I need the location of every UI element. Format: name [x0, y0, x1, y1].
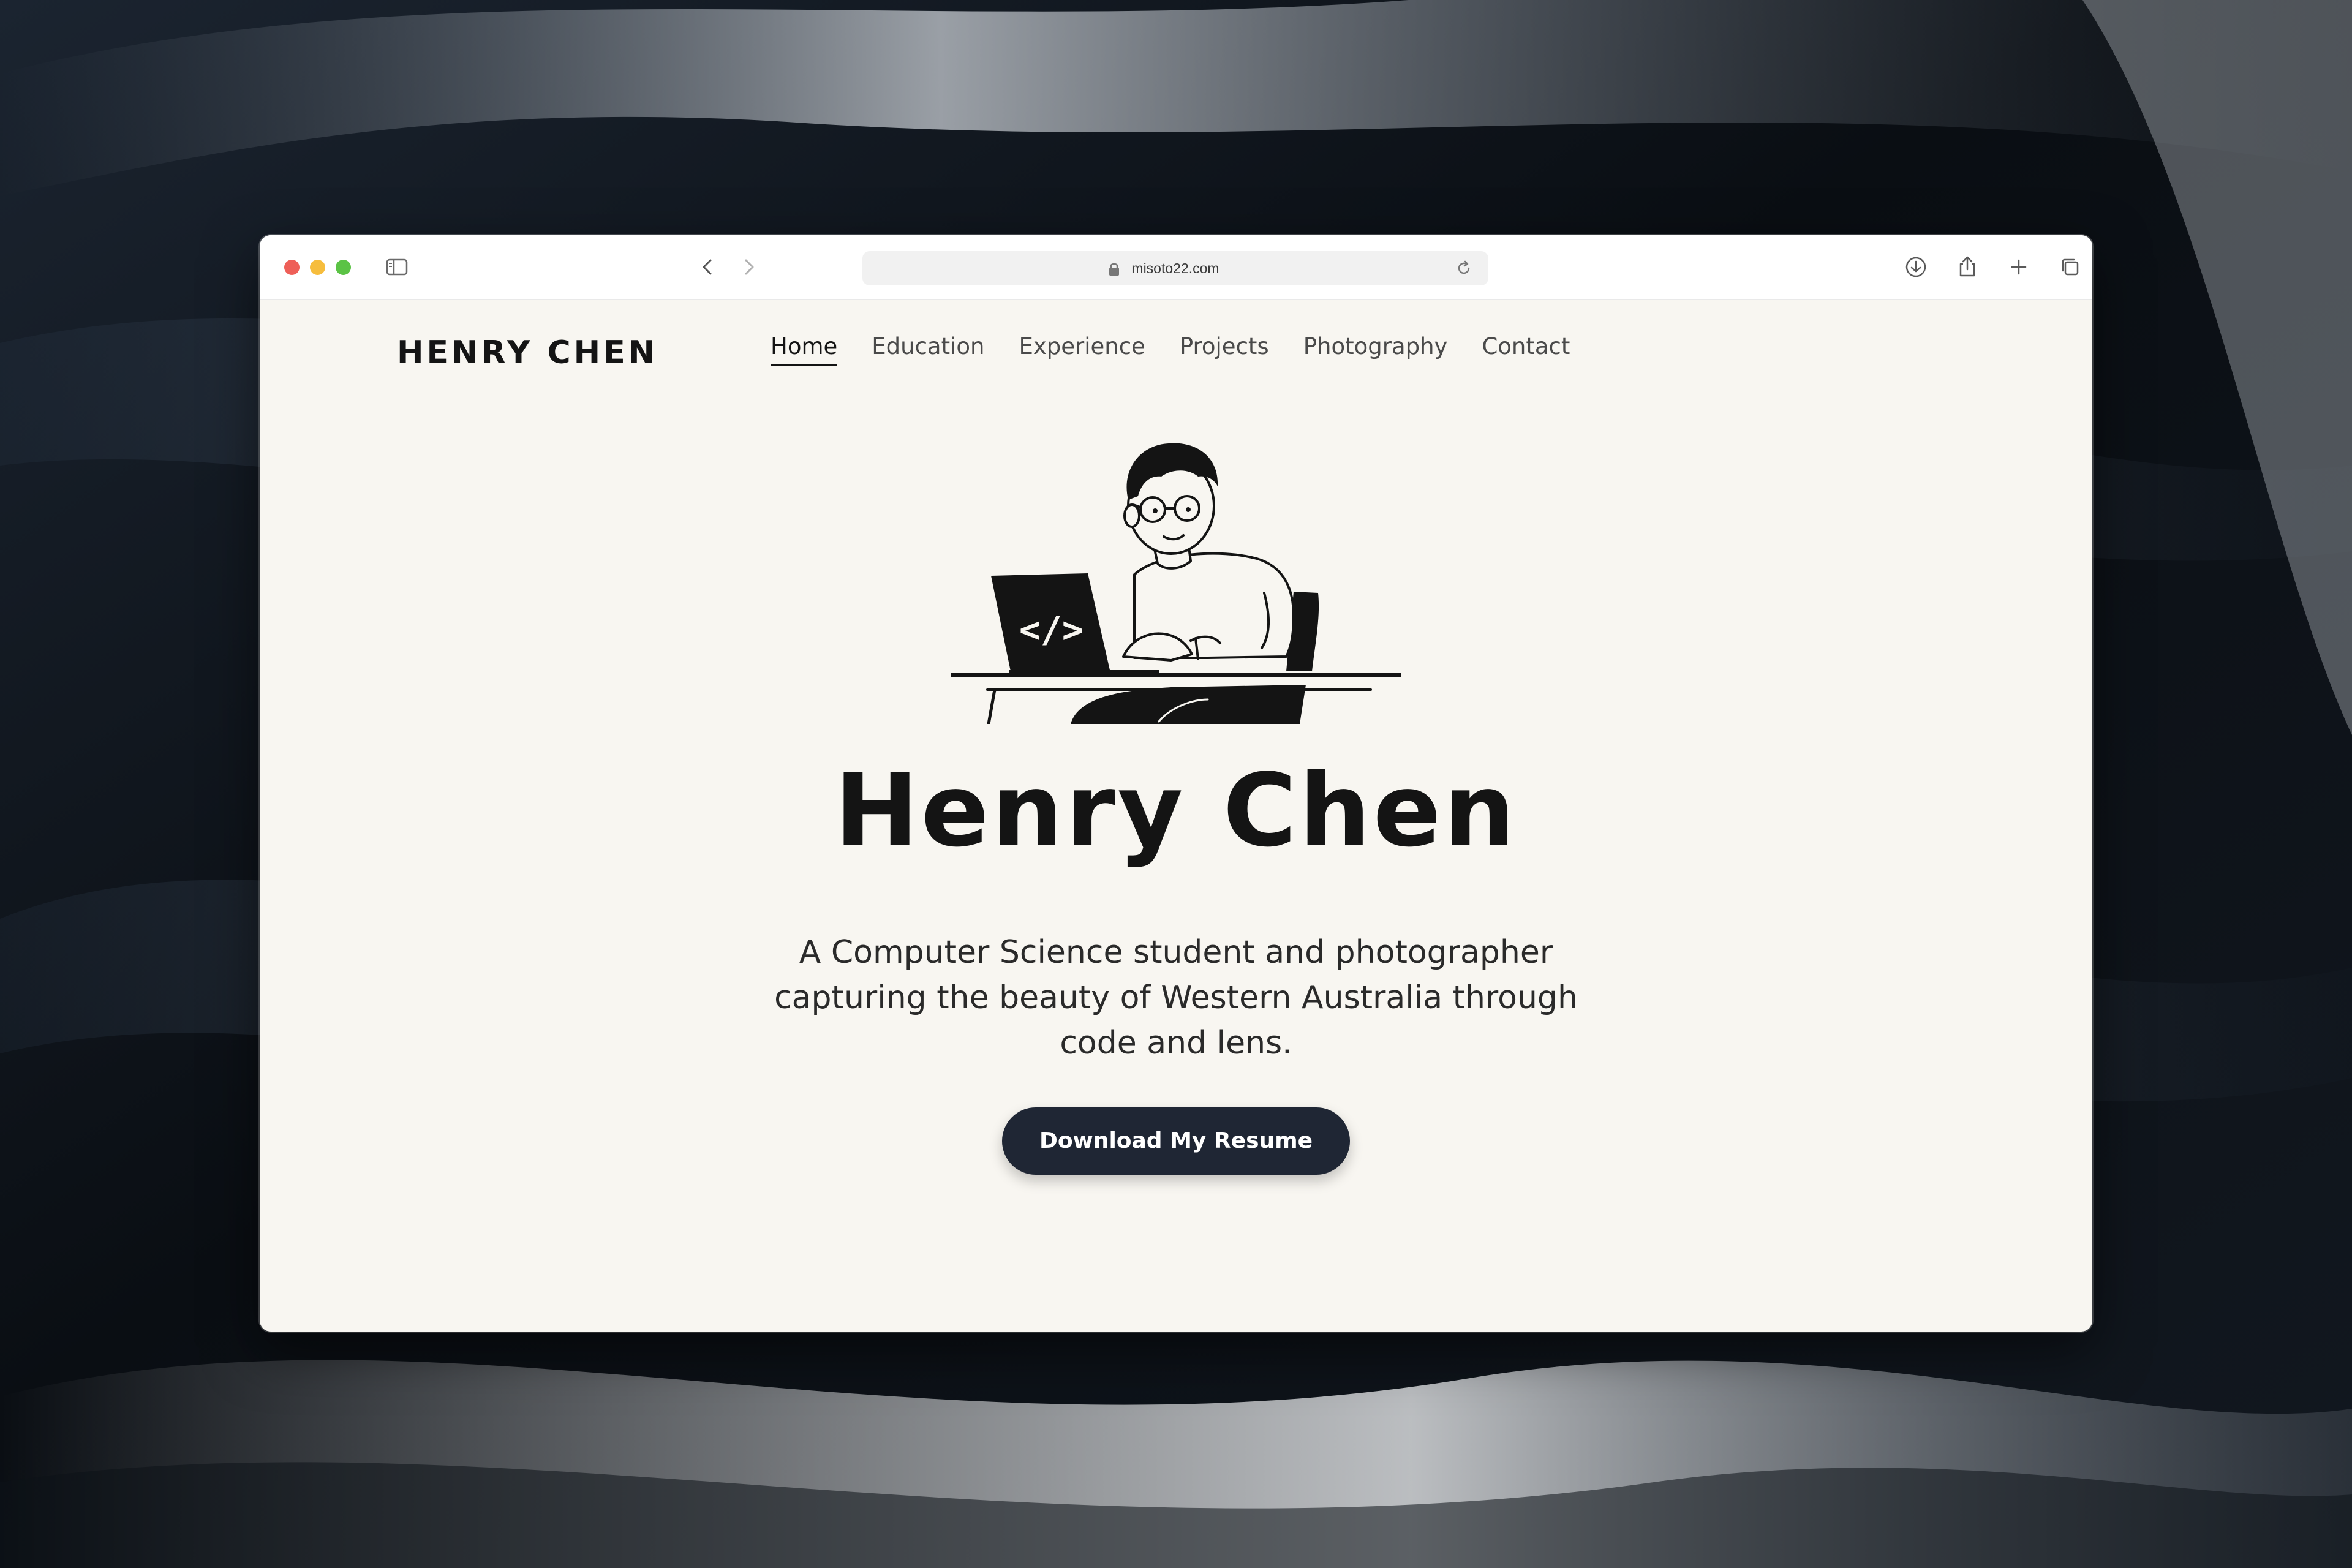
nav-photography[interactable]: Photography — [1303, 333, 1448, 366]
person-coding-at-laptop-illustration: </> — [951, 443, 1401, 724]
download-resume-button[interactable]: Download My Resume — [1002, 1107, 1350, 1175]
reload-icon[interactable] — [1454, 258, 1474, 278]
nav-projects[interactable]: Projects — [1180, 333, 1269, 366]
hero-title: Henry Chen — [834, 752, 1518, 869]
main-nav: Home Education Experience Projects Photo… — [771, 333, 1570, 366]
browser-toolbar: misoto22.com — [260, 235, 2092, 300]
address-bar[interactable]: misoto22.com — [862, 251, 1488, 285]
url-text: misoto22.com — [1131, 260, 1219, 276]
tabs-overview-icon[interactable] — [2056, 252, 2085, 282]
forward-icon[interactable] — [734, 252, 763, 282]
code-brackets-icon: </> — [1019, 609, 1084, 650]
close-dot[interactable] — [284, 260, 300, 275]
site-brand[interactable]: HENRY CHEN — [397, 334, 658, 371]
page-content: HENRY CHEN Home Education Experience Pro… — [260, 300, 2092, 1332]
nav-home[interactable]: Home — [771, 333, 838, 366]
zoom-dot[interactable] — [336, 260, 351, 275]
minimize-dot[interactable] — [310, 260, 325, 275]
back-icon[interactable] — [693, 252, 723, 282]
nav-education[interactable]: Education — [872, 333, 984, 366]
plus-icon[interactable] — [2004, 252, 2034, 282]
nav-contact[interactable]: Contact — [1482, 333, 1570, 366]
browser-window: misoto22.com HENRY CHEN Home Education E… — [260, 235, 2092, 1332]
share-icon[interactable] — [1953, 252, 1982, 282]
nav-experience[interactable]: Experience — [1019, 333, 1145, 366]
hero-tagline: A Computer Science student and photograp… — [774, 934, 1578, 1061]
sidebar-icon[interactable] — [382, 252, 412, 282]
download-icon[interactable] — [1901, 252, 1931, 282]
